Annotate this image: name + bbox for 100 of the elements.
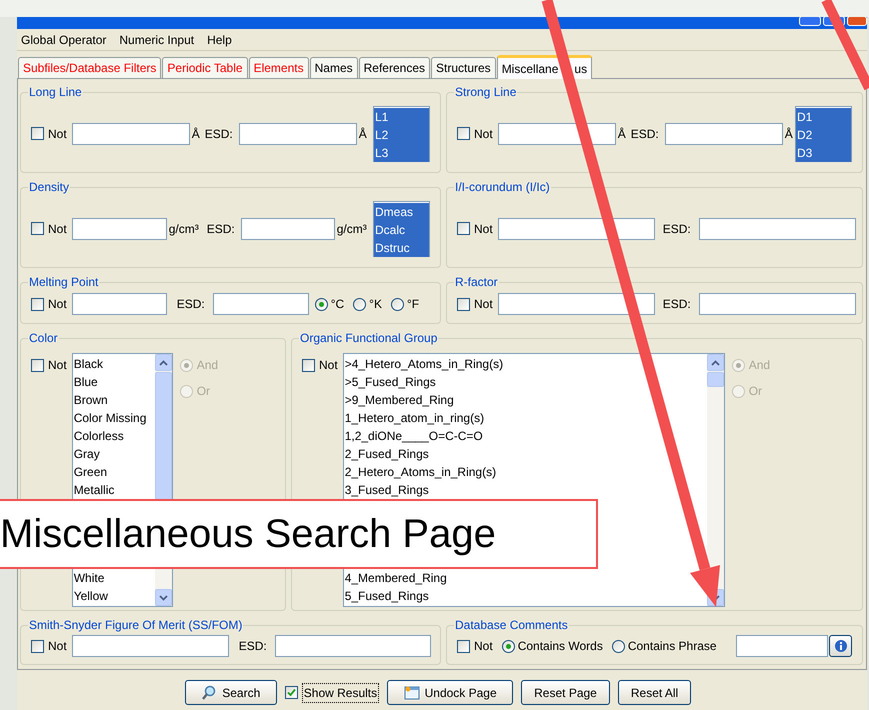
esd-label: ESD: bbox=[206, 220, 236, 238]
text-field[interactable] bbox=[274, 635, 431, 657]
list-item[interactable]: Dstruc bbox=[374, 238, 429, 256]
group-title: I/I-corundum (I/Ic) bbox=[454, 179, 551, 196]
text-field[interactable] bbox=[498, 218, 655, 240]
checkbox[interactable] bbox=[302, 358, 315, 372]
tab[interactable]: References bbox=[358, 57, 430, 78]
tab[interactable]: Names bbox=[310, 57, 358, 78]
group-title: Smith-Snyder Figure Of Merit (SS/FOM) bbox=[28, 617, 244, 634]
list-item[interactable]: Metallic bbox=[74, 481, 155, 499]
list-item[interactable]: White bbox=[74, 569, 104, 587]
operator-label: Or bbox=[748, 383, 762, 400]
text-field[interactable] bbox=[212, 293, 309, 315]
radio-button[interactable] bbox=[353, 298, 366, 310]
text-field[interactable] bbox=[238, 122, 357, 144]
radio-button[interactable] bbox=[502, 640, 515, 652]
text-field[interactable] bbox=[498, 122, 616, 144]
checkbox[interactable] bbox=[31, 127, 44, 140]
checkbox[interactable] bbox=[31, 640, 44, 652]
list-item[interactable]: 2_Hetero_Atoms_in_Ring(s) bbox=[344, 463, 707, 481]
list-item[interactable]: >4_Hetero_Atoms_in_Ring(s) bbox=[344, 355, 707, 373]
group-title: Color bbox=[28, 330, 59, 347]
list-item[interactable]: Colorless bbox=[74, 427, 155, 445]
checkbox[interactable] bbox=[457, 127, 470, 140]
operator-label: And bbox=[748, 357, 770, 374]
unit-option-label: °F bbox=[406, 296, 420, 313]
unit-label: Å bbox=[192, 126, 201, 142]
option-list[interactable]: Dmeas Dcalc Dstruc bbox=[373, 200, 430, 256]
list-item[interactable]: Dcalc bbox=[374, 220, 429, 238]
checkbox[interactable] bbox=[31, 358, 44, 372]
text-field[interactable] bbox=[72, 635, 229, 657]
list-item[interactable]: Black bbox=[74, 355, 155, 373]
list-item[interactable]: Green bbox=[74, 463, 155, 481]
list-item[interactable]: 1_Hetero_atom_in_ring(s) bbox=[344, 409, 707, 427]
list-item[interactable]: D1 bbox=[796, 108, 851, 126]
text-field[interactable] bbox=[72, 293, 167, 315]
list-item[interactable]: >5_Fused_Rings bbox=[344, 373, 707, 391]
checkbox-label[interactable]: Show Results bbox=[302, 682, 380, 702]
menu-item[interactable]: Help bbox=[207, 30, 232, 48]
radio-button[interactable] bbox=[390, 298, 404, 310]
list-item[interactable]: Gray bbox=[74, 445, 155, 463]
checkbox[interactable] bbox=[457, 640, 470, 652]
action-button[interactable]: Undock Page bbox=[387, 680, 514, 705]
list-item[interactable]: L3 bbox=[374, 144, 429, 162]
text-field[interactable] bbox=[664, 122, 783, 144]
text-field[interactable] bbox=[72, 122, 190, 144]
close-button[interactable] bbox=[847, 17, 867, 26]
list-item[interactable]: Blue bbox=[74, 373, 155, 391]
menu-item[interactable]: Numeric Input bbox=[119, 30, 194, 48]
list-item[interactable]: Brown bbox=[74, 391, 155, 409]
esd-label: ESD: bbox=[662, 296, 691, 313]
text-field[interactable] bbox=[72, 218, 167, 240]
list-item[interactable]: 3_Fused_Rings bbox=[344, 481, 707, 499]
minimize-button[interactable] bbox=[799, 17, 821, 26]
list-item[interactable]: Color Missing bbox=[74, 409, 155, 427]
checkbox[interactable] bbox=[457, 222, 470, 235]
list-item[interactable]: L2 bbox=[374, 126, 429, 144]
unit-label: Å bbox=[618, 126, 627, 142]
checkbox[interactable] bbox=[457, 298, 470, 310]
esd-label: ESD: bbox=[204, 126, 234, 142]
list-item[interactable]: Yellow bbox=[74, 587, 108, 605]
checkbox[interactable] bbox=[31, 222, 44, 235]
list-item[interactable]: 1,2_diONe____O=C-C=O bbox=[344, 427, 707, 445]
list-item[interactable]: 5_Fused_Rings bbox=[344, 587, 429, 605]
not-label: Not bbox=[474, 638, 493, 655]
text-field[interactable] bbox=[698, 293, 856, 315]
list-item[interactable]: 4_Membered_Ring bbox=[344, 569, 447, 587]
text-field[interactable] bbox=[698, 218, 856, 240]
unit-label: g/cm³ bbox=[336, 220, 367, 238]
action-button[interactable]: Reset Page bbox=[521, 680, 610, 705]
radio-button[interactable] bbox=[612, 640, 625, 652]
tab[interactable]: Subfiles/Database Filters bbox=[18, 57, 162, 78]
tab[interactable]: Periodic Table bbox=[162, 57, 248, 78]
unit-option-label: °K bbox=[369, 296, 382, 313]
checkbox[interactable] bbox=[31, 298, 44, 310]
text-field[interactable] bbox=[736, 635, 828, 657]
option-list[interactable]: L1 L2 L3 bbox=[373, 106, 430, 162]
radio-button[interactable] bbox=[314, 298, 328, 310]
action-button[interactable]: Search bbox=[184, 680, 277, 705]
tab[interactable]: Elements bbox=[248, 57, 309, 78]
group-title: R-factor bbox=[454, 274, 499, 291]
not-label: Not bbox=[319, 357, 338, 374]
list-item[interactable]: >9_Membered_Ring bbox=[344, 391, 707, 409]
not-label: Not bbox=[474, 220, 493, 238]
not-label: Not bbox=[48, 296, 67, 313]
text-field[interactable] bbox=[498, 293, 655, 315]
list-item[interactable]: 2_Fused_Rings bbox=[344, 445, 707, 463]
list-item[interactable]: L1 bbox=[374, 108, 429, 126]
list-item[interactable]: Dmeas bbox=[374, 202, 429, 220]
checkbox[interactable] bbox=[284, 686, 298, 699]
option-list[interactable]: D1 D2 D3 bbox=[795, 106, 852, 162]
list-item[interactable]: D2 bbox=[796, 126, 851, 144]
menu-item[interactable]: Global Operator bbox=[21, 30, 106, 48]
info-button[interactable] bbox=[829, 635, 852, 657]
action-button[interactable]: Reset All bbox=[618, 680, 692, 705]
tab[interactable]: Structures bbox=[431, 57, 496, 78]
group-title: Organic Functional Group bbox=[299, 330, 438, 347]
callout-tooltip: Miscellaneous Search Page bbox=[0, 499, 598, 569]
text-field[interactable] bbox=[240, 218, 335, 240]
list-item[interactable]: D3 bbox=[796, 144, 851, 162]
